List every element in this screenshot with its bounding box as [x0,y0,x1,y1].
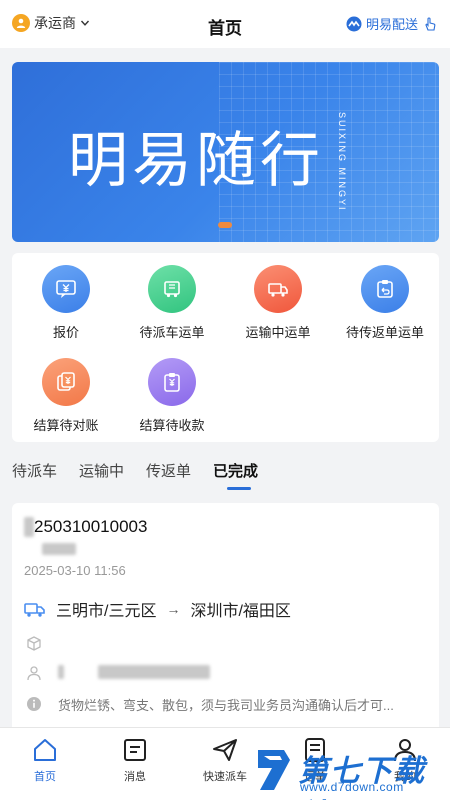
redacted-text [98,665,210,679]
route-arrow: → [166,601,181,617]
menu-item-settle-receivable[interactable]: 结算待收款 [122,358,222,434]
send-icon [213,739,237,761]
package-icon [27,636,41,651]
watermark-url: www.d7down.com [300,780,404,794]
menu-item-label: 报价 [52,325,79,340]
role-label: 承运商 [34,15,76,31]
user-badge-icon [12,14,30,32]
tab-in-transit[interactable]: 运输中 [79,460,124,492]
order-route: 三明市/三元区 → 深圳市/福田区 [24,597,291,621]
banner-subtitle: SUIXING MINGYI [337,112,347,212]
home-icon [34,739,56,761]
tabbar-label: 首页 [34,771,56,783]
redacted-text [58,665,64,679]
menu-item-pending-dispatch[interactable]: 待派车运单 [122,265,222,341]
tab-return-doc[interactable]: 传返单 [146,460,191,492]
tabbar-home[interactable]: 首页 [0,736,90,784]
menu-item-label: 结算待收款 [139,418,205,433]
promo-banner[interactable]: 明易随行 SUIXING MINGYI [12,62,439,242]
carousel-indicator[interactable] [218,222,232,228]
banner-title: 明易随行 [68,126,324,196]
message-icon [124,739,146,761]
route-to: 深圳市/福田区 [190,603,291,620]
menu-item-settle-reconcile[interactable]: 结算待对账 [16,358,116,434]
tab-completed[interactable]: 已完成 [213,460,258,492]
chevron-down-icon [80,20,90,26]
truck-icon [148,265,196,313]
tab-completed-label: 已完成 [213,463,259,480]
yen-doc-icon [42,358,90,406]
brand-link[interactable]: 明易配送 [346,14,438,33]
redacted-text [42,543,76,555]
brand-label: 明易配送 [365,17,418,32]
tabbar-messages[interactable]: 消息 [90,736,180,784]
menu-item-label: 待传返单运单 [345,325,424,340]
menu-item-label: 运输中运单 [245,325,311,340]
tabbar-label: 消息 [124,771,146,783]
order-number: 250310010003 [34,517,148,536]
order-status-tabs: 待派车 运输中 传返单 已完成 [12,460,280,492]
return-doc-icon [361,265,409,313]
function-menu: 报价 待派车运单 运输中运单 待传返单运单 结算待对账 结算待收款 [12,253,439,442]
info-icon [27,697,41,711]
menu-item-label: 待派车运单 [139,325,205,340]
person-icon [27,666,41,681]
redacted-prefix [24,517,34,537]
active-tab-indicator [227,487,252,490]
hand-tap-icon [425,16,436,31]
site-watermark: 第七下载站 www.d7down.com [254,744,444,800]
order-card[interactable]: 250310010003 2025-03-10 11:56 三明市/三元区 → … [12,503,439,733]
yen-clipboard-icon [148,358,196,406]
brand-logo-icon [346,16,362,31]
truck-icon [24,603,45,617]
order-note: 货物烂锈、弯支、散包，须与我司业务员沟通确认后才可... [58,698,394,713]
top-header: 承运商 首页 明易配送 [0,0,450,48]
order-time: 2025-03-10 11:56 [24,563,126,578]
yen-chat-icon [42,265,90,313]
menu-item-pending-return[interactable]: 待传返单运单 [335,265,435,341]
truck-icon [254,265,302,313]
menu-item-quote[interactable]: 报价 [16,265,116,341]
tab-pending-dispatch[interactable]: 待派车 [12,460,57,492]
route-from: 三明市/三元区 [56,603,157,620]
menu-item-label: 结算待对账 [33,418,99,433]
menu-item-in-transit[interactable]: 运输中运单 [228,265,328,341]
watermark-logo-icon [258,750,290,790]
role-selector[interactable]: 承运商 [12,13,90,33]
